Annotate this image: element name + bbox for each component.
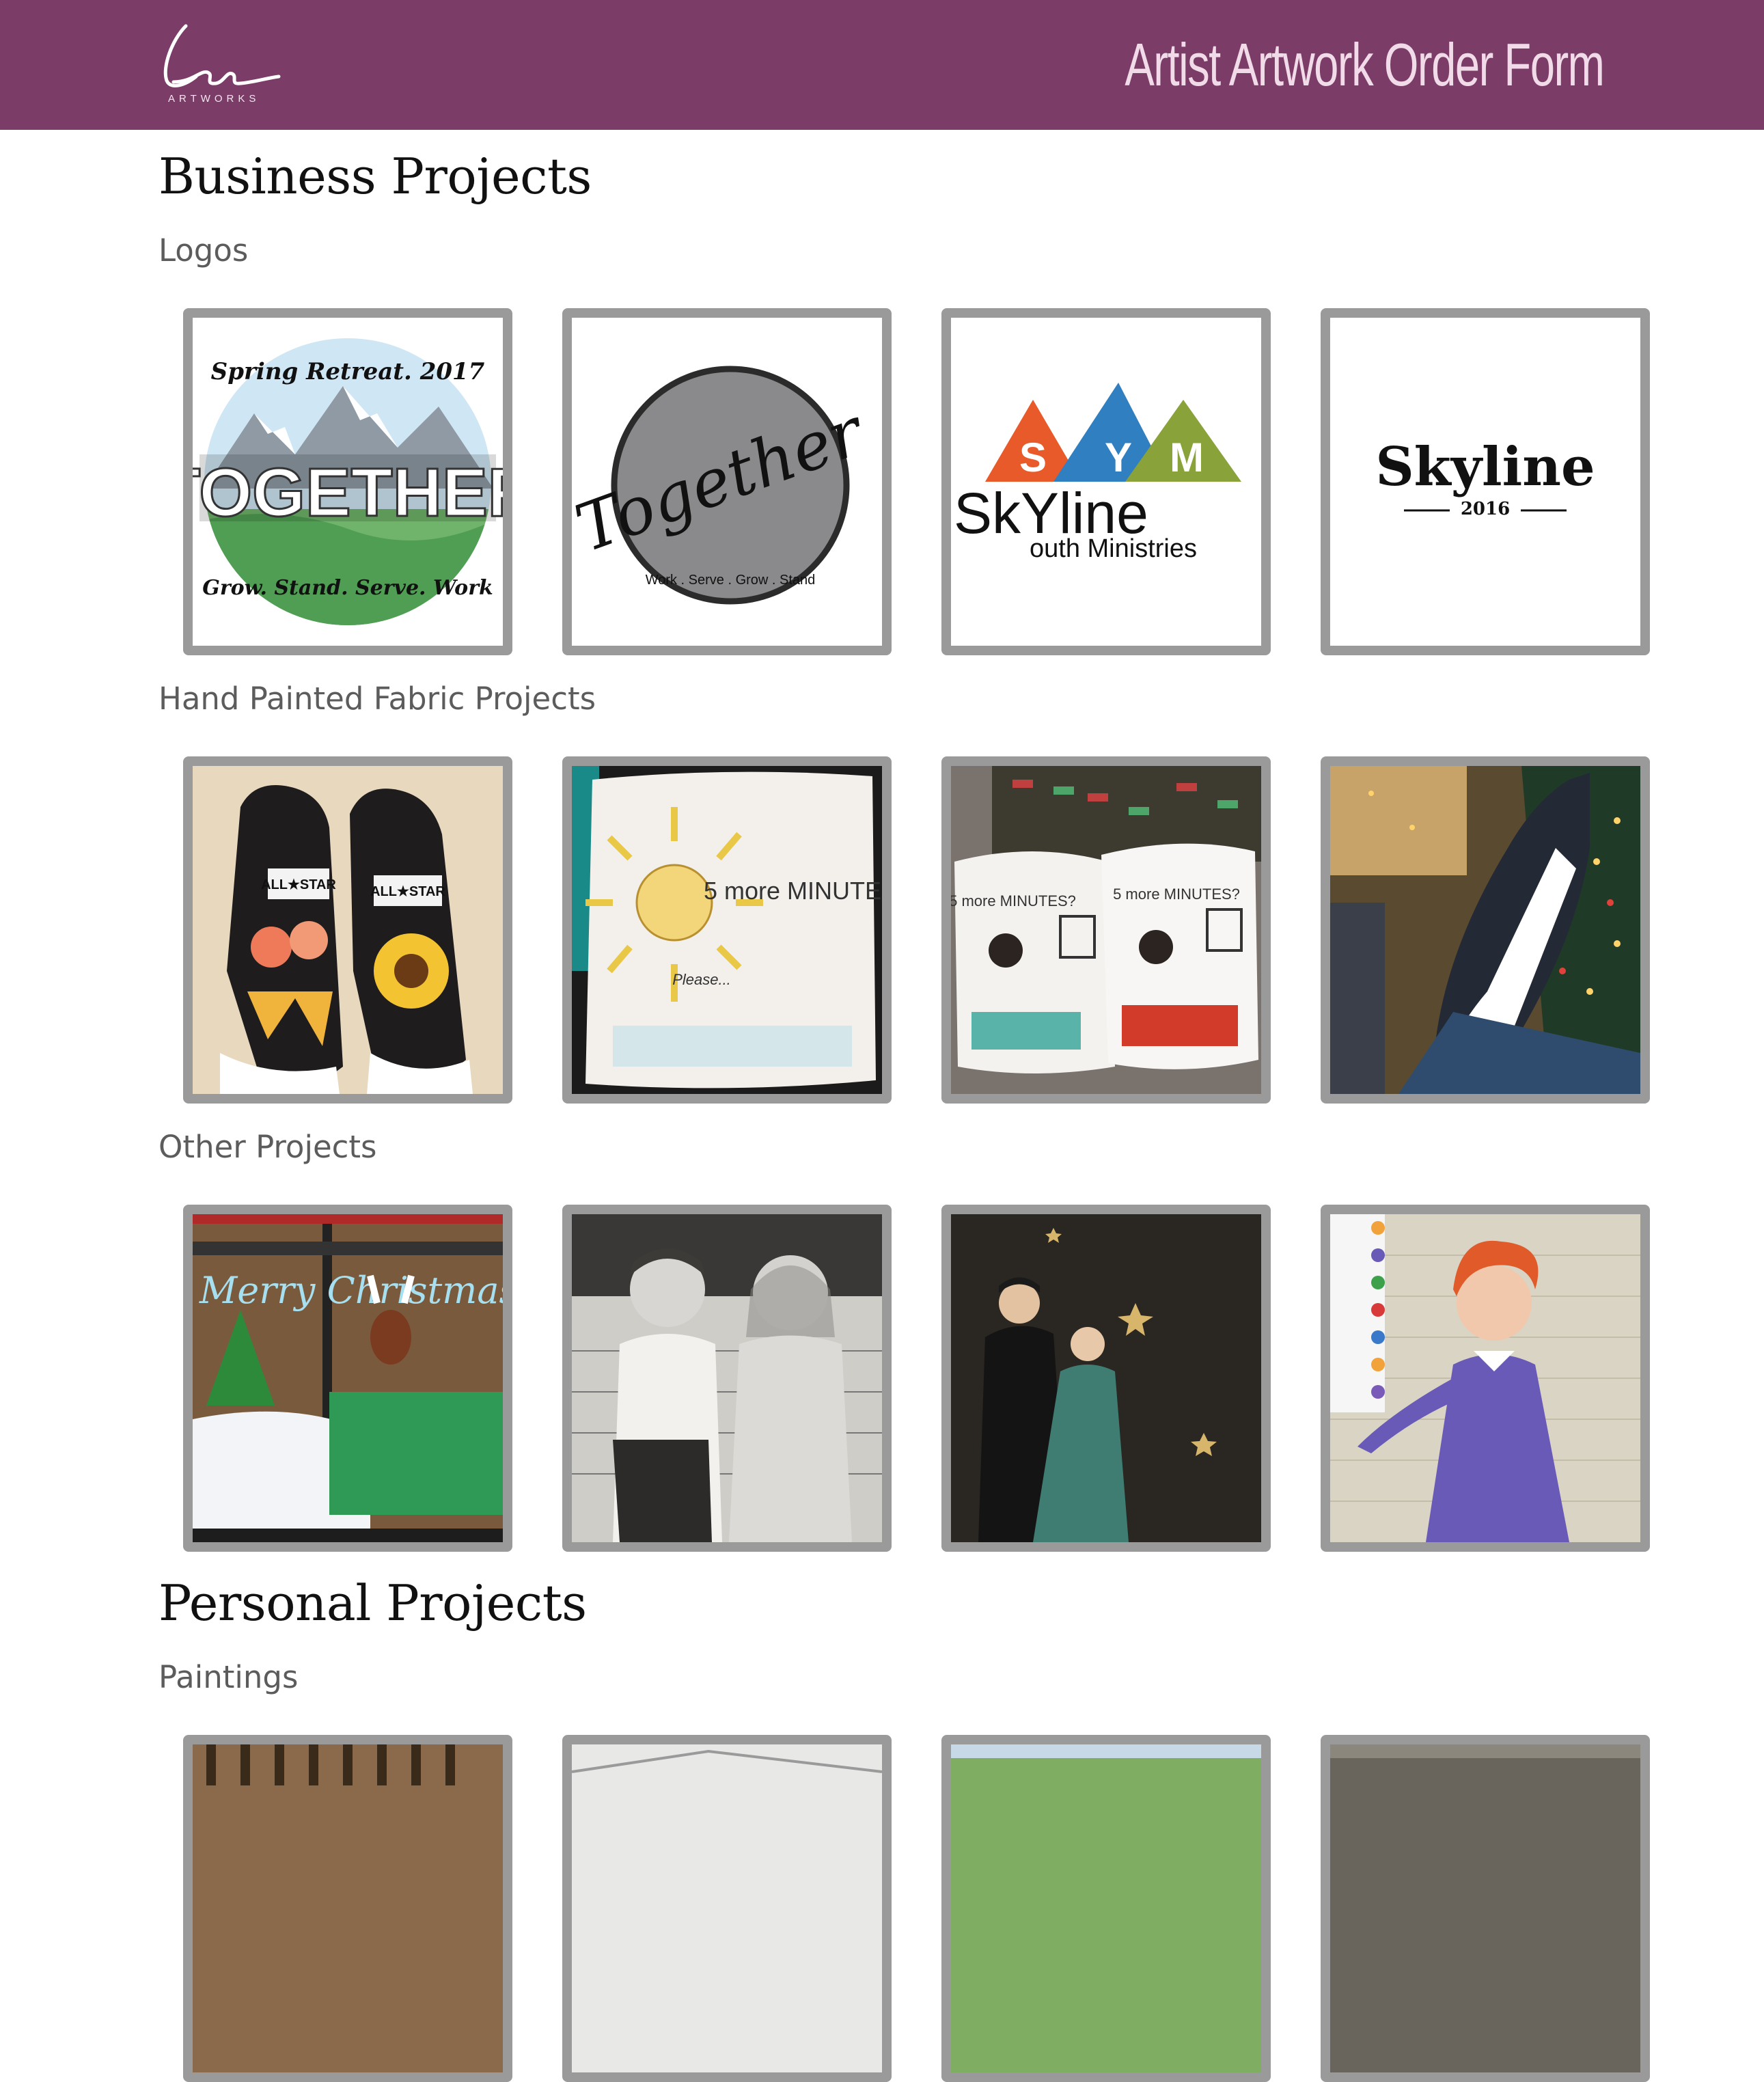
logo-wordmark: ARTWORKS	[168, 93, 260, 105]
svg-text:5 more MINUTES?: 5 more MINUTES?	[1113, 886, 1240, 903]
svg-text:S: S	[1019, 435, 1047, 480]
painting-2-thumb[interactable]	[562, 1735, 892, 2082]
svg-text:Skyline: Skyline	[1375, 436, 1595, 498]
logo-together-circle-thumb[interactable]: Together Work . Serve . Grow . Stand	[562, 308, 892, 655]
painting-2-icon	[572, 1744, 882, 2072]
fabric-two-pillows-thumb[interactable]: 5 more MINUTES? 5 more MINUTES?	[941, 756, 1271, 1104]
svg-text:outh Ministries: outh Ministries	[1030, 534, 1197, 563]
painted-sneakers-flowers-icon: ALL★STAR ALL★STAR	[193, 766, 503, 1094]
other-dancing-couple-thumb[interactable]	[941, 1205, 1271, 1552]
teacher-wall-mural-icon	[1330, 1214, 1640, 1542]
painting-3-thumb[interactable]	[941, 1735, 1271, 2082]
fabric-sun-pillow-thumb[interactable]: 5 more MINUTES? Please...	[562, 756, 892, 1104]
skyline-2016-logo-icon: Skyline 2016	[1330, 318, 1640, 646]
other-christmas-window-thumb[interactable]: Merry Christmas	[183, 1205, 512, 1552]
together-text: TOGETHER	[193, 454, 503, 531]
logo-skyline-2016-thumb[interactable]: Skyline 2016	[1321, 308, 1650, 655]
sneaker-christmas-tree-icon	[1330, 766, 1640, 1094]
group-title-logos: Logos	[159, 232, 249, 269]
group-title-other: Other Projects	[159, 1129, 377, 1165]
together-spring-retreat-logo-icon: TOGETHER Spring Retreat. 2017 Grow. Stan…	[193, 318, 503, 646]
section-title-business: Business Projects	[159, 148, 592, 205]
painting-1-icon	[193, 1744, 503, 2072]
other-children-portrait-thumb[interactable]	[562, 1205, 892, 1552]
svg-text:5 more MINUTES?: 5 more MINUTES?	[951, 892, 1076, 909]
section-title-personal: Personal Projects	[159, 1574, 587, 1632]
svg-text:Merry Christmas: Merry Christmas	[199, 1269, 503, 1312]
lee-script-icon	[163, 24, 281, 87]
dancing-couple-painting-icon	[951, 1214, 1261, 1542]
svg-text:ALL★STAR: ALL★STAR	[370, 884, 445, 899]
site-header: ARTWORKS Artist Artwork Order Form	[0, 0, 1764, 130]
svg-text:M: M	[1170, 435, 1204, 480]
svg-text:5 more MINUTES?: 5 more MINUTES?	[704, 877, 882, 905]
fabric-sneakers-thumb[interactable]: ALL★STAR ALL★STAR	[183, 756, 512, 1104]
svg-text:ALL★STAR: ALL★STAR	[261, 877, 336, 892]
logo-skyline-youth-thumb[interactable]: S Y M SkYline outh Ministries	[941, 308, 1271, 655]
svg-text:Grow. Stand. Serve. Work: Grow. Stand. Serve. Work	[202, 576, 493, 600]
merry-christmas-window-painting-icon: Merry Christmas	[193, 1214, 503, 1542]
painting-4-thumb[interactable]	[1321, 1735, 1650, 2082]
svg-text:Spring Retreat. 2017: Spring Retreat. 2017	[211, 358, 485, 385]
sun-pillow-icon: 5 more MINUTES? Please...	[572, 766, 882, 1094]
lee-artworks-logo[interactable]: ARTWORKS	[159, 19, 281, 107]
svg-text:Y: Y	[1105, 435, 1132, 480]
painting-1-thumb[interactable]	[183, 1735, 512, 2082]
other-teacher-mural-thumb[interactable]	[1321, 1205, 1650, 1552]
fabric-sneaker-tree-thumb[interactable]	[1321, 756, 1650, 1104]
painting-3-icon	[951, 1744, 1261, 2072]
children-charcoal-portrait-icon	[572, 1214, 882, 1542]
page-title: Artist Artwork Order Form	[1124, 31, 1605, 98]
two-pillows-icon: 5 more MINUTES? 5 more MINUTES?	[951, 766, 1261, 1094]
group-title-fabric: Hand Painted Fabric Projects	[159, 681, 596, 717]
svg-text:Please...: Please...	[672, 971, 731, 988]
group-title-paintings: Paintings	[159, 1659, 299, 1695]
skyline-youth-ministries-logo-icon: S Y M SkYline outh Ministries	[951, 318, 1261, 646]
logo-together-retreat-thumb[interactable]: TOGETHER Spring Retreat. 2017 Grow. Stan…	[183, 308, 512, 655]
svg-text:2016: 2016	[1461, 499, 1510, 519]
svg-text:Work . Serve . Grow . Stand: Work . Serve . Grow . Stand	[646, 573, 816, 588]
together-circle-logo-icon: Together Work . Serve . Grow . Stand	[572, 318, 882, 646]
painting-4-icon	[1330, 1744, 1640, 2072]
